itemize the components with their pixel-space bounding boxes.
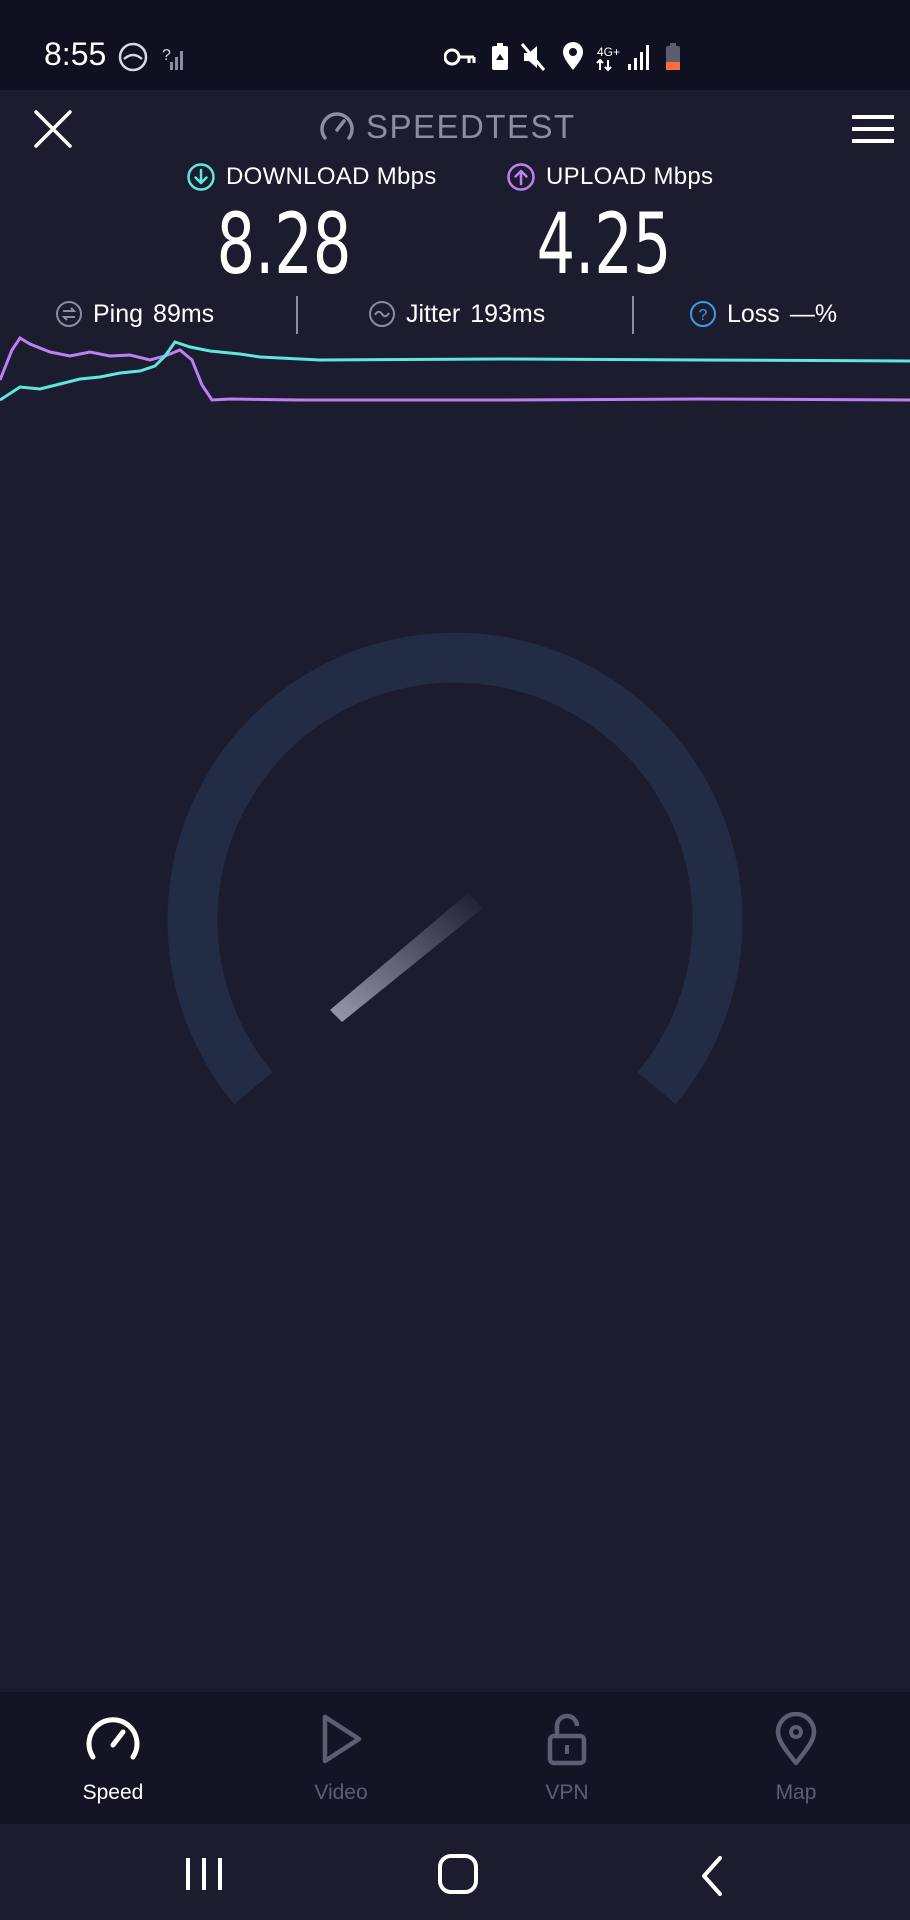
loss-stat: ? Loss —% (689, 296, 837, 332)
nav-speed-label: Speed (82, 1781, 144, 1804)
ping-value: 89ms (153, 299, 215, 328)
speed-gauge (167, 632, 743, 1105)
vpn-key-icon (444, 48, 476, 66)
lock-icon (547, 1713, 587, 1766)
svg-text:?: ? (162, 47, 171, 64)
status-time: 8:55 (44, 36, 107, 72)
app-title: SPEEDTEST (366, 108, 576, 145)
bottom-nav: Speed Video VPN Map (0, 1692, 910, 1824)
loss-label: Loss (727, 299, 780, 328)
upload-header: UPLOAD Mbps (506, 160, 713, 194)
jitter-value: 193ms (470, 299, 546, 328)
map-pin-icon (775, 1711, 817, 1766)
upload-arrow-icon (507, 163, 535, 191)
location-icon (563, 42, 583, 70)
battery-saver-icon (492, 43, 508, 70)
top-bar: SPEEDTEST (0, 90, 910, 160)
svg-text:?: ? (699, 307, 708, 324)
nav-video[interactable]: Video (271, 1712, 411, 1805)
brand-logo: SPEEDTEST (318, 104, 576, 150)
download-arrow-icon (187, 163, 215, 191)
ping-stat: Ping 89ms (55, 296, 214, 332)
network-label: 4G+ (597, 45, 620, 59)
download-graph-line (0, 340, 910, 402)
loss-value: —% (789, 299, 838, 328)
upload-graph-line (0, 335, 910, 402)
jitter-stat: Jitter 193ms (368, 296, 545, 332)
nav-vpn[interactable]: VPN (497, 1712, 637, 1805)
ping-label: Ping (93, 299, 144, 328)
back-icon[interactable] (694, 1854, 730, 1898)
speed-icon (86, 1717, 140, 1760)
ping-icon (56, 301, 82, 327)
mute-icon (520, 43, 546, 71)
speed-graph (0, 335, 910, 402)
download-header: DOWNLOAD Mbps (186, 160, 437, 194)
help-icon[interactable]: ? (689, 300, 717, 328)
nav-speed[interactable]: Speed (43, 1712, 183, 1805)
gauge-track (167, 632, 743, 1105)
no-signal-icon: ? (162, 47, 183, 70)
play-icon (322, 1714, 362, 1764)
status-icons-right: 4G+ (444, 42, 680, 72)
jitter-label: Jitter (406, 299, 461, 328)
nav-map-label: Map (775, 1781, 817, 1804)
nav-map[interactable]: Map (726, 1711, 866, 1805)
recent-apps-icon[interactable] (180, 1854, 228, 1894)
stats-divider-1 (296, 296, 298, 334)
nav-video-label: Video (314, 1781, 368, 1804)
speedtest-logo-icon (320, 112, 354, 140)
system-nav-bar (0, 1824, 910, 1920)
close-icon[interactable] (30, 106, 76, 152)
jitter-icon (369, 301, 395, 327)
status-bar: 8:55 ? 4G+ (0, 0, 910, 90)
signal-icon (628, 45, 649, 70)
nav-vpn-label: VPN (545, 1781, 589, 1804)
download-value: 8.28 (216, 195, 352, 293)
upload-label: UPLOAD Mbps (546, 163, 714, 190)
battery-icon (666, 43, 680, 70)
stats-divider-2 (632, 296, 634, 334)
menu-icon[interactable] (852, 112, 894, 146)
home-icon[interactable] (434, 1852, 482, 1896)
status-icons-left: ? (118, 42, 183, 72)
upload-value: 4.25 (536, 195, 672, 293)
download-label: DOWNLOAD Mbps (226, 163, 437, 190)
gauge-needle (330, 893, 483, 1022)
network-4g-icon: 4G+ (596, 45, 620, 72)
weather-icon (118, 42, 148, 72)
